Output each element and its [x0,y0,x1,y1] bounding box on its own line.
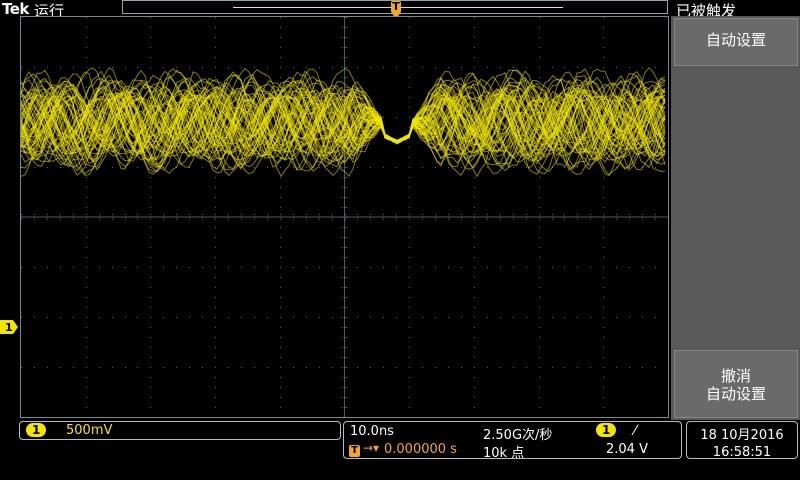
undo-autoset-label: 自动设置 [705,385,766,403]
channel-1-badge: 1 [26,423,47,437]
autoset-label: 自动设置 [705,31,766,49]
sample-rate: 2.50G次/秒 [483,428,553,443]
time-per-div: 10.0ns [350,424,394,439]
record-length: 10k 点 [483,446,525,461]
rising-edge-icon: ⁄ [634,423,637,439]
trigger-icon: T [349,445,360,457]
horizontal-trigger-readout[interactable]: 10.0ns T →▾ 0.000000 s 2.50G次/秒 10k 点 1 … [343,421,682,461]
time: 16:58:51 [712,445,772,460]
trigger-arrow-icon: →▾ [363,441,380,455]
waveform-display[interactable] [20,16,669,418]
date-time-readout: 18 10月2016 16:58:51 [686,421,798,460]
trigger-level: 2.04 V [606,442,648,457]
date: 18 10月2016 [700,428,784,443]
bottom-status-bar: 1 500mV 10.0ns T →▾ 0.000000 s 2.50G次/秒 … [0,420,800,480]
channel-1-waveform [21,66,666,178]
trigger-position: 0.000000 s [384,442,457,457]
undo-label: 撤消 [720,367,751,385]
autoset-button[interactable]: 自动设置 [674,18,798,66]
channel-1-level-marker[interactable]: 1 [0,320,18,334]
volts-per-div: 500mV [66,423,113,438]
channel-1-marker-label: 1 [5,321,13,334]
undo-autoset-button[interactable]: 撤消 自动设置 [674,350,798,418]
channel-1-scale-readout[interactable]: 1 500mV [19,421,341,440]
trigger-source-badge: 1 [596,423,617,437]
